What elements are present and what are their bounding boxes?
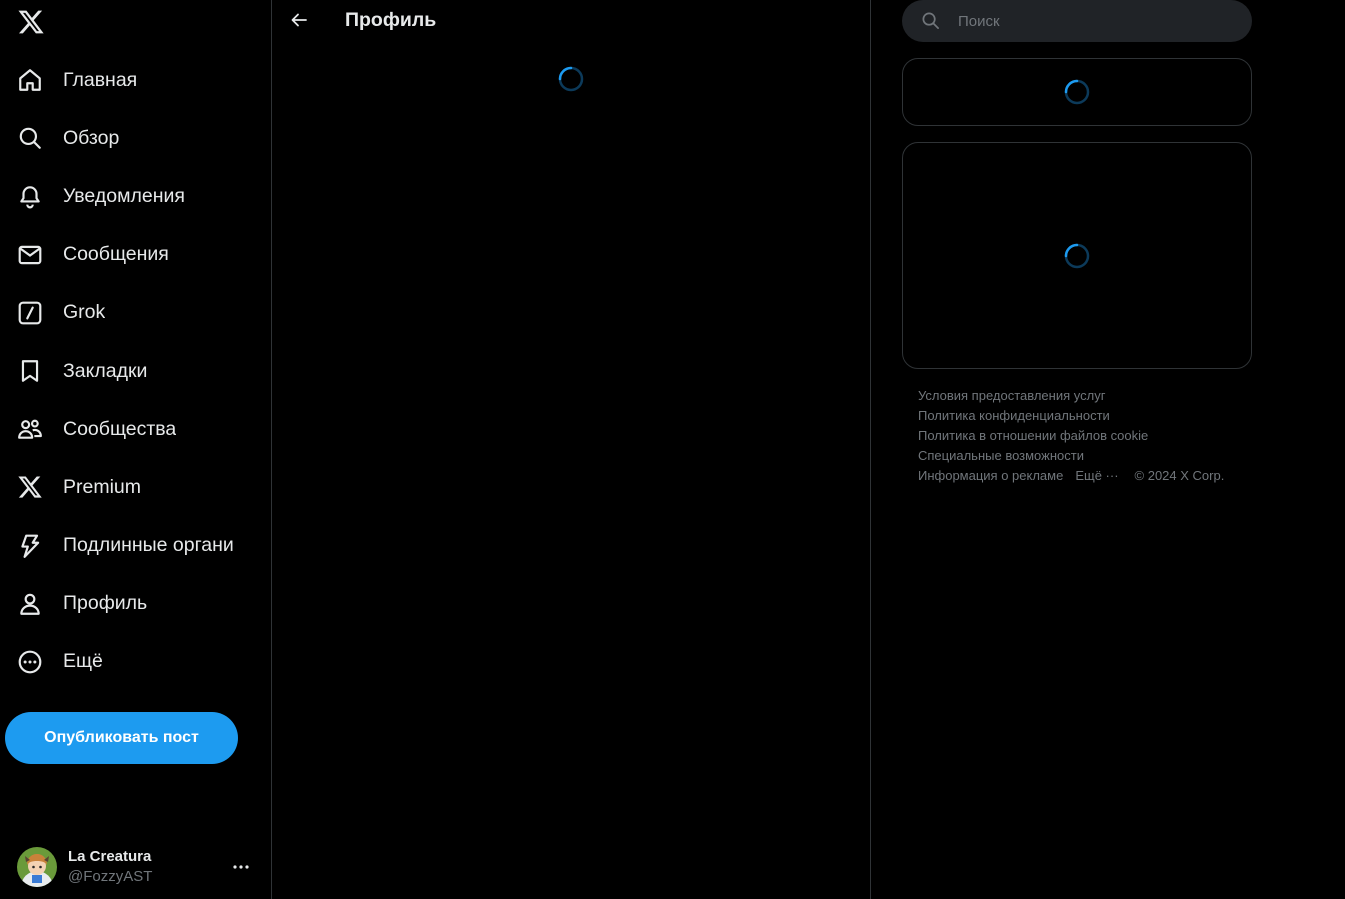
nav-label: Главная xyxy=(63,68,138,91)
envelope-icon xyxy=(17,242,43,268)
sidebar: Главная Обзор Уведомления Сообщения Grok… xyxy=(0,0,272,899)
main-column: Профиль xyxy=(273,0,871,899)
nav-label: Ещё xyxy=(63,650,103,673)
nav-label: Сообщения xyxy=(63,243,169,266)
footer-links: Условия предоставления услуг Политика ко… xyxy=(918,386,1248,486)
nav-menu: Главная Обзор Уведомления Сообщения Grok… xyxy=(0,51,272,691)
nav-item-communities[interactable]: Сообщества xyxy=(0,400,272,458)
loading-card xyxy=(902,58,1252,126)
lightning-icon xyxy=(17,533,43,559)
nav-label: Premium xyxy=(63,475,142,498)
arrow-left-icon[interactable] xyxy=(289,10,309,30)
x-logo-icon xyxy=(17,474,43,500)
loading-card xyxy=(902,142,1252,369)
account-switcher[interactable]: La Creatura @FozzyAST xyxy=(17,845,257,889)
footer-link-ads[interactable]: Информация о рекламе xyxy=(918,468,1063,483)
x-logo-icon[interactable] xyxy=(17,8,45,36)
home-icon xyxy=(17,67,43,93)
page-title: Профиль xyxy=(345,9,437,31)
nav-item-more[interactable]: Ещё xyxy=(0,633,272,691)
more-horizontal-icon[interactable] xyxy=(231,857,251,877)
user-icon xyxy=(17,591,43,617)
nav-label: Сообщества xyxy=(63,417,177,440)
search-icon xyxy=(921,11,940,30)
loading-spinner-icon xyxy=(1064,79,1090,105)
bookmark-icon xyxy=(17,358,43,384)
account-info: La Creatura @FozzyAST xyxy=(68,847,152,887)
nav-item-home[interactable]: Главная xyxy=(0,51,272,109)
footer-link-more[interactable]: Ещё ··· xyxy=(1075,468,1118,483)
nav-label: Grok xyxy=(63,301,106,324)
nav-item-notifications[interactable]: Уведомления xyxy=(0,167,272,225)
nav-label: Уведомления xyxy=(63,184,185,207)
app: Главная Обзор Уведомления Сообщения Grok… xyxy=(0,0,1345,899)
account-name: La Creatura xyxy=(68,848,152,865)
loading-spinner-icon xyxy=(1064,243,1090,269)
nav-label: Подлинные органи xyxy=(63,534,234,557)
loading-spinner-icon xyxy=(558,66,584,92)
nav-item-premium[interactable]: Premium xyxy=(0,458,272,516)
more-circle-icon xyxy=(17,649,43,675)
footer-link-terms[interactable]: Условия предоставления услуг xyxy=(918,388,1105,403)
footer-copyright: © 2024 X Corp. xyxy=(1134,468,1225,483)
footer-link-privacy[interactable]: Политика конфиденциальности xyxy=(918,408,1110,423)
nav-label: Обзор xyxy=(63,126,120,149)
nav-item-explore[interactable]: Обзор xyxy=(0,109,272,167)
nav-item-verified-orgs[interactable]: Подлинные органи xyxy=(0,517,272,575)
search-input[interactable] xyxy=(958,0,1238,42)
footer-link-accessibility[interactable]: Специальные возможности xyxy=(918,448,1084,463)
profile-header: Профиль xyxy=(273,0,870,40)
account-handle: @FozzyAST xyxy=(68,868,153,885)
footer-link-cookies[interactable]: Политика в отношении файлов cookie xyxy=(918,428,1148,443)
nav-item-grok[interactable]: Grok xyxy=(0,284,272,342)
publish-post-button[interactable]: Опубликовать пост xyxy=(5,712,238,764)
people-icon xyxy=(17,416,43,442)
nav-item-bookmarks[interactable]: Закладки xyxy=(0,342,272,400)
nav-item-profile[interactable]: Профиль xyxy=(0,575,272,633)
nav-label: Профиль xyxy=(63,592,148,615)
bell-icon xyxy=(17,183,43,209)
avatar xyxy=(17,847,57,887)
grok-icon xyxy=(17,300,43,326)
search-icon xyxy=(17,125,43,151)
nav-item-messages[interactable]: Сообщения xyxy=(0,226,272,284)
nav-label: Закладки xyxy=(63,359,148,382)
search-bar[interactable] xyxy=(902,0,1252,42)
